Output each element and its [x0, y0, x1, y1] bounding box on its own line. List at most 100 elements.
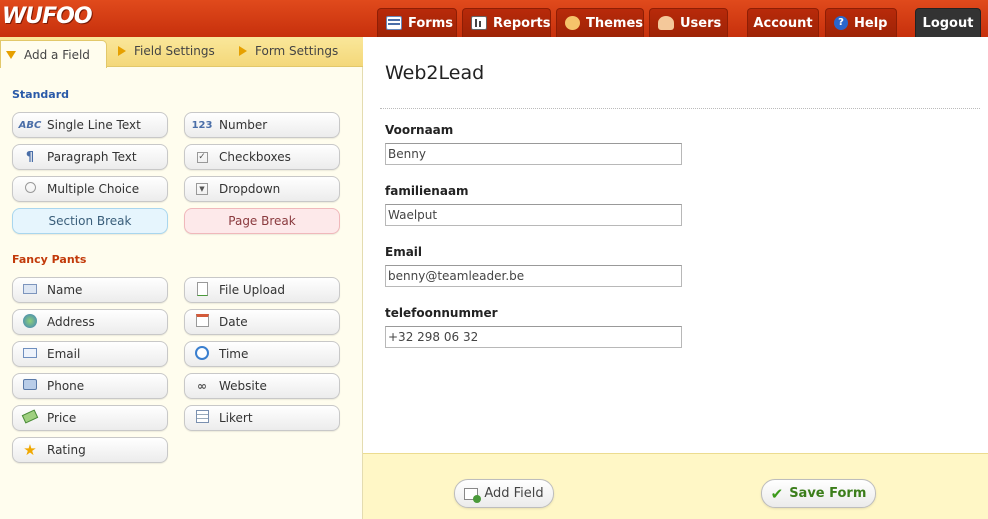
field-button-label: Checkboxes [219, 150, 291, 164]
field-button-label: Website [219, 379, 267, 393]
wufoo-logo[interactable]: WUFOO [2, 4, 93, 29]
checkbox-icon: ✓ [196, 152, 208, 163]
add-checkboxes-button[interactable]: ✓ Checkboxes [184, 144, 340, 170]
abc-icon: ABC [18, 119, 42, 131]
file-upload-icon [185, 281, 219, 299]
add-phone-button[interactable]: Phone [12, 373, 168, 399]
field-button-label: Section Break [48, 214, 132, 228]
familienaam-input[interactable] [385, 204, 682, 226]
add-field-icon [464, 487, 482, 503]
triangle-down-icon [6, 50, 16, 59]
nav-tab-reports[interactable]: Reports [462, 8, 551, 37]
add-price-button[interactable]: Price [12, 405, 168, 431]
voornaam-input[interactable] [385, 143, 682, 165]
field-button-label: Number [219, 118, 268, 132]
add-website-button[interactable]: ∞ Website [184, 373, 340, 399]
email-input[interactable] [385, 265, 682, 287]
nav-tab-account[interactable]: Account [747, 8, 819, 37]
users-icon [658, 16, 674, 30]
standard-section-title: Standard [12, 88, 70, 101]
add-name-button[interactable]: Name [12, 277, 168, 303]
pilcrow-icon: ¶ [25, 149, 35, 165]
nav-tab-help[interactable]: ? Help [825, 8, 897, 37]
triangle-right-icon [239, 46, 247, 56]
link-chain-icon: ∞ [197, 379, 207, 393]
form-title[interactable]: Web2Lead [385, 62, 484, 84]
field-button-label: Dropdown [219, 182, 281, 196]
tab-label: Add a Field [24, 47, 90, 62]
field-button-label: Phone [47, 379, 85, 393]
telefoonnummer-input[interactable] [385, 326, 682, 348]
field-label: telefoonnummer [385, 306, 498, 320]
add-page-break-button[interactable]: Page Break [184, 208, 340, 234]
field-button-label: Paragraph Text [47, 150, 137, 164]
sidebar-tabs: Add a Field Field Settings Form Settings [0, 37, 363, 68]
field-label: Voornaam [385, 123, 454, 137]
palette-icon [565, 16, 580, 30]
tab-label: Form Settings [255, 44, 339, 58]
button-label: Add Field [484, 486, 544, 501]
add-section-break-button[interactable]: Section Break [12, 208, 168, 234]
star-icon: ★ [23, 441, 37, 459]
money-icon [13, 409, 47, 424]
add-number-button[interactable]: 123 Number [184, 112, 340, 138]
field-button-label: Address [47, 315, 95, 329]
nav-tab-forms[interactable]: Forms [377, 8, 457, 37]
field-button-label: Name [47, 283, 83, 297]
nav-tab-label: Logout [922, 15, 974, 31]
add-single-line-text-button[interactable]: ABC Single Line Text [12, 112, 168, 138]
field-button-label: Price [47, 411, 77, 425]
field-button-label: Multiple Choice [47, 182, 140, 196]
field-button-label: Page Break [228, 214, 296, 228]
save-form-button[interactable]: ✔ Save Form [761, 479, 876, 508]
help-icon: ? [834, 16, 848, 30]
tab-add-a-field[interactable]: Add a Field [0, 40, 107, 68]
add-email-button[interactable]: Email [12, 341, 168, 367]
add-time-button[interactable]: Time [184, 341, 340, 367]
add-rating-button[interactable]: ★ Rating [12, 437, 168, 463]
field-button-label: File Upload [219, 283, 285, 297]
title-divider [380, 108, 980, 109]
field-button-label: Date [219, 315, 248, 329]
top-bar: WUFOO Forms Reports Themes Users Account… [0, 0, 988, 37]
triangle-right-icon [118, 46, 126, 56]
likert-grid-icon [185, 410, 219, 426]
tab-form-settings[interactable]: Form Settings [239, 44, 338, 58]
forms-icon [386, 16, 402, 30]
reports-icon [471, 16, 487, 30]
nav-tab-label: Help [854, 15, 888, 31]
field-label: familienaam [385, 184, 469, 198]
nav-tab-label: Users [680, 15, 722, 31]
left-panel: Add a Field Field Settings Form Settings… [0, 37, 363, 519]
field-button-label: Likert [219, 411, 253, 425]
add-multiple-choice-button[interactable]: Multiple Choice [12, 176, 168, 202]
button-label: Save Form [789, 486, 867, 501]
tab-label: Field Settings [134, 44, 215, 58]
globe-icon [13, 313, 47, 331]
nav-tab-themes[interactable]: Themes [556, 8, 644, 37]
add-file-upload-button[interactable]: File Upload [184, 277, 340, 303]
checkmark-icon: ✔ [770, 484, 784, 503]
add-field-button[interactable]: Add Field [454, 479, 554, 508]
dropdown-icon: ▼ [185, 183, 219, 195]
tab-field-settings[interactable]: Field Settings [118, 44, 215, 58]
field-button-label: Single Line Text [47, 118, 141, 132]
nav-tab-label: Themes [585, 15, 643, 31]
clock-icon [185, 345, 219, 363]
email-envelope-icon [13, 347, 47, 361]
radio-icon [13, 182, 47, 196]
add-address-button[interactable]: Address [12, 309, 168, 335]
nav-tab-users[interactable]: Users [649, 8, 728, 37]
add-dropdown-button[interactable]: ▼ Dropdown [184, 176, 340, 202]
nav-tab-logout[interactable]: Logout [915, 8, 981, 37]
field-button-label: Time [219, 347, 249, 361]
field-button-label: Rating [47, 443, 86, 457]
form-footer: Add Field ✔ Save Form [363, 453, 988, 519]
add-paragraph-text-button[interactable]: ¶ Paragraph Text [12, 144, 168, 170]
nav-tab-label: Account [753, 15, 813, 31]
add-likert-button[interactable]: Likert [184, 405, 340, 431]
add-date-button[interactable]: Date [184, 309, 340, 335]
field-button-label: Email [47, 347, 81, 361]
field-label: Email [385, 245, 423, 259]
name-card-icon [13, 283, 47, 297]
